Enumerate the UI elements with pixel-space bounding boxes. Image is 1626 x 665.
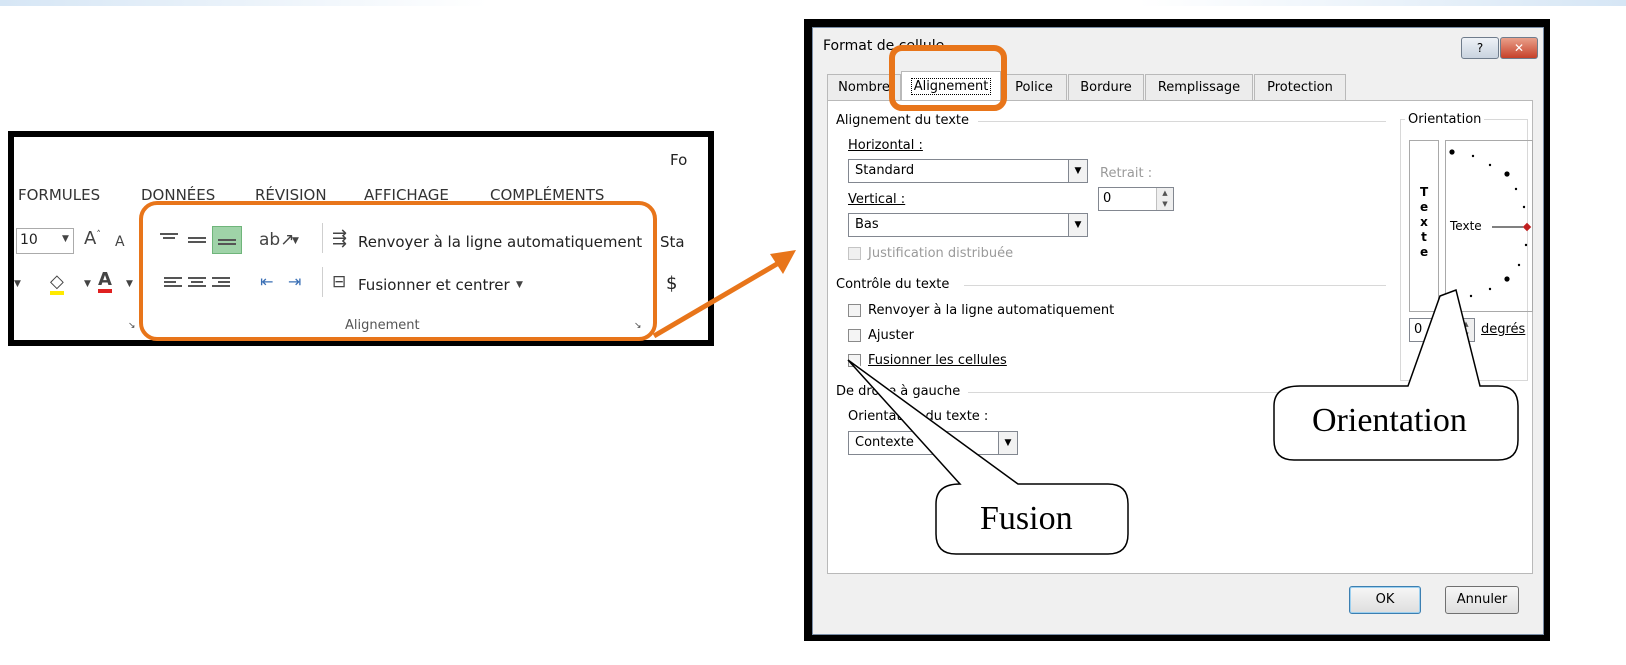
tab-highlight-box xyxy=(889,45,1007,111)
orientation-callout-text: Orientation xyxy=(1312,402,1467,439)
fusion-callout-text: Fusion xyxy=(980,500,1073,537)
arrow-shaft xyxy=(652,258,784,339)
arrow-head xyxy=(770,250,796,274)
annotation-overlay xyxy=(652,45,1519,555)
